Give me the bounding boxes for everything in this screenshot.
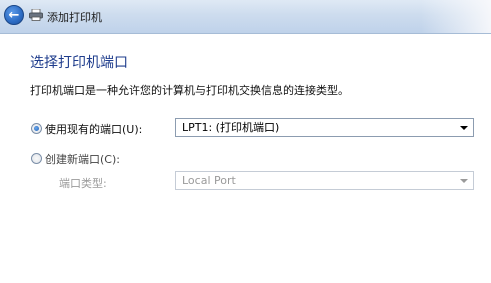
existing-port-value: LPT1: (打印机端口) [182, 121, 280, 134]
page-title: 选择打印机端口 [30, 55, 128, 71]
back-arrow-icon[interactable]: ← [4, 5, 24, 25]
window-title: 添加打印机 [47, 11, 102, 24]
create-new-port-radio[interactable] [31, 153, 42, 164]
existing-port-select[interactable]: LPT1: (打印机端口) [175, 118, 474, 137]
wizard-content: 选择打印机端口 打印机端口是一种允许您的计算机与打印机交换信息的连接类型。 使用… [0, 34, 491, 283]
use-existing-port-radio[interactable] [31, 123, 42, 134]
title-bar-glass [421, 0, 491, 33]
chevron-down-icon [460, 179, 468, 183]
port-type-label: 端口类型: [59, 177, 107, 190]
page-description: 打印机端口是一种允许您的计算机与打印机交换信息的连接类型。 [30, 84, 349, 97]
printer-icon [29, 9, 43, 21]
title-bar: ← 添加打印机 [0, 0, 491, 34]
port-type-value: Local Port [182, 174, 236, 187]
create-new-port-label[interactable]: 创建新端口(C): [45, 151, 120, 167]
use-existing-port-label[interactable]: 使用现有的端口(U): [45, 121, 142, 137]
chevron-down-icon [460, 126, 468, 130]
port-type-select[interactable]: Local Port [175, 171, 474, 190]
